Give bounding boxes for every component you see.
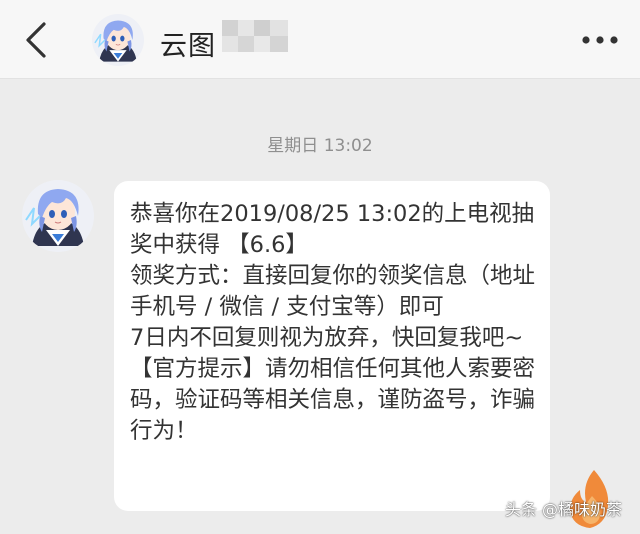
chat-header: 云图 [0, 0, 640, 79]
sender-avatar[interactable] [22, 180, 94, 252]
contact-name: 云图 [160, 31, 216, 62]
watermark: 头条 @橘味奶茶 [504, 500, 622, 519]
chevron-left-icon [26, 22, 46, 58]
censor-mosaic [222, 20, 288, 52]
message-text: 恭喜你在2019/08/25 13:02的上电视抽奖中获得 【6.6】 领奖方式… [130, 201, 536, 444]
anime-character-avatar-icon [92, 14, 144, 66]
message-timestamp: 星期日 13:02 [267, 136, 373, 156]
anime-character-avatar-icon [22, 180, 94, 252]
message-bubble[interactable]: 恭喜你在2019/08/25 13:02的上电视抽奖中获得 【6.6】 领奖方式… [114, 181, 550, 511]
contact-avatar[interactable] [92, 14, 144, 66]
more-options-button[interactable] [580, 28, 620, 52]
more-horizontal-icon [582, 36, 618, 44]
back-button[interactable] [18, 18, 58, 62]
